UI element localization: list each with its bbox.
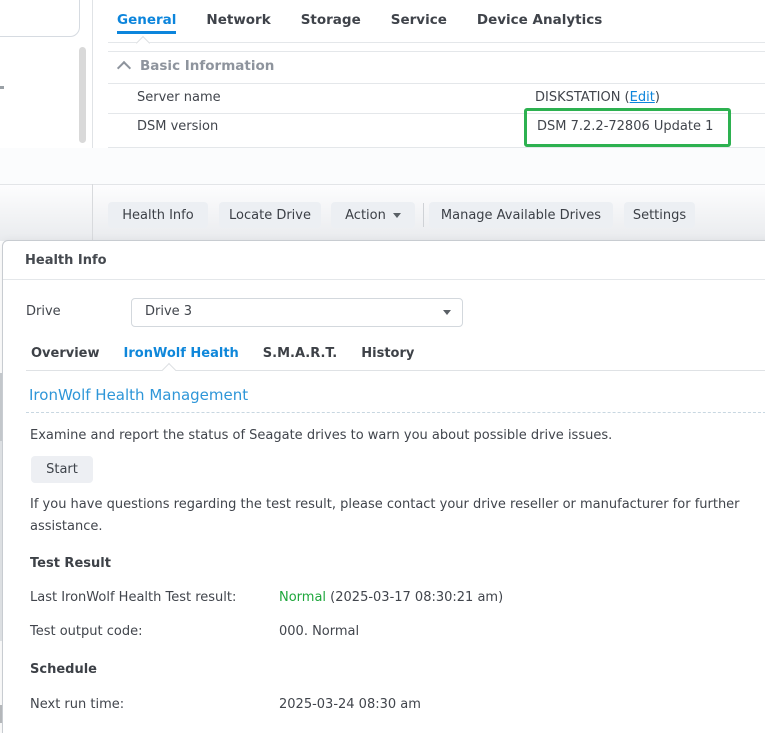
section-title: Basic Information xyxy=(140,58,274,74)
drive-select-value: Drive 3 xyxy=(145,304,192,319)
dsm-version-label: DSM version xyxy=(137,119,218,134)
basic-information-header[interactable]: Basic Information xyxy=(119,58,274,74)
scrollbar-thumb[interactable] xyxy=(79,47,86,143)
edit-link[interactable]: Edit xyxy=(630,90,655,105)
last-test-label: Last IronWolf Health Test result: xyxy=(30,590,236,605)
health-info-button[interactable]: Health Info xyxy=(108,202,208,228)
drive-label: Drive xyxy=(26,304,61,319)
server-name-text: DISKSTATION ( xyxy=(535,90,630,105)
server-name-label: Server name xyxy=(137,90,221,105)
screen: General Network Storage Service Device A… xyxy=(0,0,765,733)
locate-drive-button[interactable]: Locate Drive xyxy=(219,202,321,228)
test-result-heading: Test Result xyxy=(30,556,111,571)
next-run-label: Next run time: xyxy=(30,697,124,712)
row-line xyxy=(108,83,765,84)
health-info-dialog: Health Info Drive Drive 3 Overview IronW… xyxy=(2,240,765,733)
tab-storage[interactable]: Storage xyxy=(301,12,361,28)
server-name-text-suffix: ) xyxy=(655,90,660,105)
button-label: Locate Drive xyxy=(229,208,311,223)
start-button[interactable]: Start xyxy=(31,456,93,483)
background-window-edge xyxy=(0,705,2,723)
output-code-value: 000. Normal xyxy=(279,624,359,639)
manage-available-drives-button[interactable]: Manage Available Drives xyxy=(429,202,613,228)
button-label: Settings xyxy=(633,208,686,223)
schedule-heading: Schedule xyxy=(30,662,97,677)
button-label: Health Info xyxy=(122,208,193,223)
occluded-text-fragment xyxy=(0,86,4,89)
collapse-chevron-icon[interactable] xyxy=(117,61,131,75)
tab-ironwolf-health[interactable]: IronWolf Health xyxy=(124,346,239,361)
tab-overview[interactable]: Overview xyxy=(31,346,100,361)
partial-input-box[interactable] xyxy=(0,0,80,37)
last-test-value: Normal (2025-03-17 08:30:21 am) xyxy=(279,590,503,605)
active-tab-notch xyxy=(136,36,150,50)
output-code-label: Test output code: xyxy=(30,624,142,639)
caret-down-icon xyxy=(443,310,451,315)
action-dropdown-button[interactable]: Action xyxy=(331,202,415,228)
button-label: Manage Available Drives xyxy=(441,208,601,223)
button-label: Action xyxy=(345,208,386,223)
tab-history[interactable]: History xyxy=(361,346,414,361)
button-label: Start xyxy=(46,462,78,477)
tab-general[interactable]: General xyxy=(117,12,176,28)
description-text: Examine and report the status of Seagate… xyxy=(30,428,612,443)
dialog-title: Health Info xyxy=(25,253,107,268)
section-top-line xyxy=(108,51,765,52)
tab-network[interactable]: Network xyxy=(206,12,270,28)
dialog-title-divider xyxy=(3,279,765,280)
tab-device-analytics[interactable]: Device Analytics xyxy=(477,12,602,28)
note-text: If you have questions regarding the test… xyxy=(30,494,765,538)
background-window-titlebar: ger xyxy=(0,148,765,184)
tab-service[interactable]: Service xyxy=(391,12,447,28)
drive-select[interactable]: Drive 3 xyxy=(131,298,463,327)
dashed-divider xyxy=(26,412,765,413)
settings-button[interactable]: Settings xyxy=(624,202,695,228)
server-name-value: DISKSTATION (Edit) xyxy=(535,90,660,105)
status-normal: Normal xyxy=(279,590,326,605)
last-test-timestamp: (2025-03-17 08:30:21 am) xyxy=(326,590,503,605)
active-tab-notch xyxy=(162,363,176,377)
background-window-edge xyxy=(0,441,2,641)
panel-divider xyxy=(92,0,93,148)
background-window-edge xyxy=(0,373,2,441)
dialog-tabs: Overview IronWolf Health S.M.A.R.T. Hist… xyxy=(31,346,414,361)
toolbar-separator xyxy=(423,203,424,227)
tab-separator-line xyxy=(108,42,765,43)
control-panel-tabs: General Network Storage Service Device A… xyxy=(117,12,602,28)
toolbar-left-divider xyxy=(92,184,93,240)
tab-smart[interactable]: S.M.A.R.T. xyxy=(263,346,337,361)
caret-down-icon xyxy=(393,213,401,218)
next-run-value: 2025-03-24 08:30 am xyxy=(279,697,421,712)
dialog-tab-separator-line xyxy=(26,370,765,371)
ironwolf-heading: IronWolf Health Management xyxy=(29,386,248,404)
green-highlight-box xyxy=(524,108,731,147)
